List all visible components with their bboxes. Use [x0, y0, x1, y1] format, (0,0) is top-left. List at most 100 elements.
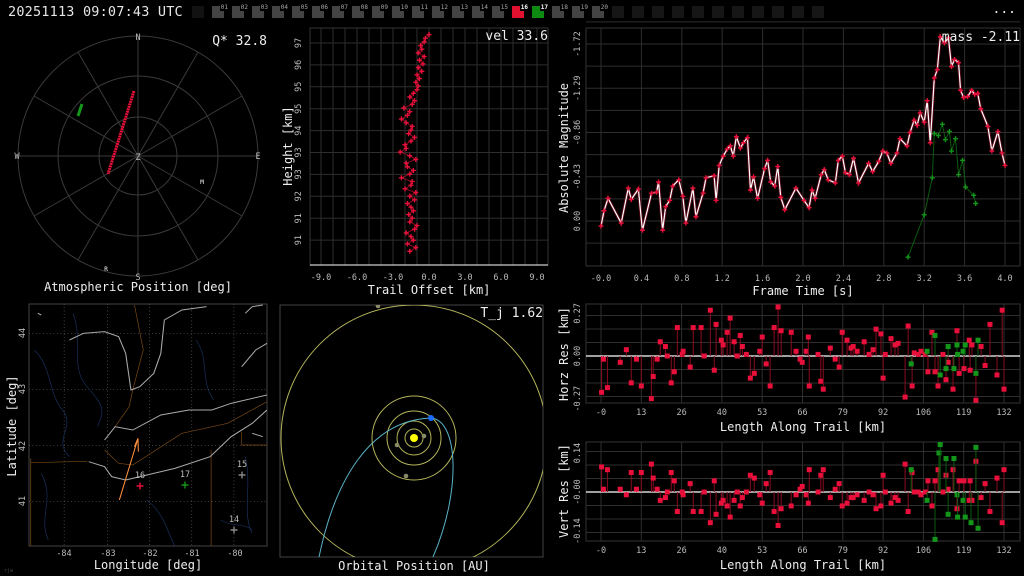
series-17-residual — [973, 444, 979, 450]
trail-x-title: Trail Offset [km] — [368, 283, 491, 297]
series-16-residual — [788, 503, 794, 509]
trail-grid — [310, 28, 548, 265]
series-17-point — [973, 201, 979, 207]
series-16-residual — [731, 497, 737, 503]
x-tick-label: 6.0 — [493, 273, 508, 283]
x-tick-label: -0 — [596, 408, 606, 418]
series-16-residual — [967, 478, 973, 484]
x-tick-label: 13 — [636, 546, 646, 556]
series-16-residual — [638, 469, 644, 475]
x-tick-label: 66 — [797, 408, 807, 418]
station-label: 14 — [229, 515, 239, 525]
series-16-residual — [932, 369, 938, 375]
series-16-residual — [674, 325, 680, 331]
y-tick-label: 93 — [294, 147, 304, 157]
x-tick-label: 26 — [676, 546, 686, 556]
series-16-residual — [711, 367, 717, 373]
series-16-residual — [882, 351, 888, 357]
series-16-residual — [743, 489, 749, 495]
trail-point — [398, 175, 404, 181]
series-16-residual — [973, 397, 979, 403]
x-tick-label: -0 — [596, 546, 606, 556]
x-tick-label: 106 — [916, 408, 931, 418]
series-16-residual — [743, 351, 749, 357]
y-tick-label: 43 — [18, 384, 28, 394]
series-16-residual — [599, 464, 605, 470]
series-16-residual — [793, 348, 799, 354]
x-tick-label: -9.0 — [311, 273, 331, 283]
series-16-residual — [878, 331, 884, 337]
series-17-residual — [962, 342, 968, 348]
series-16-residual — [747, 375, 753, 381]
series-16-residual — [657, 339, 663, 345]
series-16-residual — [987, 509, 993, 515]
series-16-residual — [836, 481, 842, 487]
trail-point — [413, 190, 419, 196]
station-14-marker — [230, 526, 238, 534]
series-16-residual — [757, 492, 763, 498]
series-16-residual — [757, 348, 763, 354]
station-label: 15 — [237, 460, 247, 470]
series-16-residual — [690, 509, 696, 515]
series-16-residual — [994, 475, 1000, 481]
series-17-residual — [908, 467, 914, 473]
series-16-residual — [956, 478, 962, 484]
x-tick-label: 2.4 — [836, 274, 851, 284]
series-16-residual — [827, 345, 833, 351]
trail-y-title: Height [km] — [281, 106, 295, 185]
series-16-residual — [905, 509, 911, 515]
series-17-residual — [951, 366, 957, 372]
series-17-residual — [943, 456, 949, 462]
series-16-residual — [654, 486, 660, 492]
series-17-residual — [951, 456, 957, 462]
x-tick-label: 3.6 — [957, 274, 972, 284]
vert-y-title: Vert Res [km] — [557, 444, 571, 538]
x-tick-label: 2.0 — [795, 274, 810, 284]
series-17-point — [905, 254, 911, 260]
series-16-residual — [617, 486, 623, 492]
x-tick-label: 40 — [717, 408, 727, 418]
planet-earth — [428, 415, 434, 421]
x-tick-label: -80 — [227, 549, 242, 559]
series-16-residual — [737, 503, 743, 509]
series-16-residual — [698, 509, 704, 515]
series-17-residual — [924, 348, 930, 354]
series-16-residual — [623, 347, 629, 353]
trail-point — [413, 156, 419, 162]
y-tick-label: -0.43 — [573, 164, 583, 190]
series-17-residual — [937, 442, 943, 448]
series-16-residual — [870, 347, 876, 353]
orbit-frame — [279, 304, 544, 558]
series-16-residual — [751, 370, 757, 376]
series-16-residual — [987, 321, 993, 327]
y-tick-label: 93 — [294, 169, 304, 179]
series-17-point — [953, 136, 959, 142]
series-16-residual — [850, 344, 856, 350]
series-16-residual — [866, 351, 872, 357]
series-16-residual — [918, 348, 924, 354]
series-16-residual — [969, 497, 975, 503]
vertical-residual-plot: -0 13 26 40 53 66 79 92 106 119 1320.14-0.00-0.14 … — [557, 441, 1021, 572]
series-17-residual — [975, 525, 981, 531]
polar-spoke — [137, 51, 199, 157]
map-x-title: Longitude [deg] — [94, 558, 202, 572]
series-17-point — [921, 212, 927, 218]
x-tick-label: 132 — [996, 546, 1011, 556]
x-tick-label: 92 — [878, 546, 888, 556]
x-tick-label: 79 — [838, 408, 848, 418]
station-label: 16 — [135, 471, 145, 481]
y-tick-label: -0.86 — [573, 120, 583, 146]
y-tick-label: 91 — [294, 213, 304, 223]
zenith-label: Z — [135, 153, 140, 163]
series-16-residual — [839, 503, 845, 509]
atmospheric-position-plot: N S W E Z M R Q* 32.8 Atmospheric Positi… — [14, 33, 267, 294]
trail-point — [407, 153, 413, 159]
trail-point — [402, 186, 408, 192]
trail-point — [404, 241, 410, 247]
series-16-point — [660, 227, 666, 233]
series-16-residual — [767, 383, 773, 389]
y-tick-label: 0.00 — [573, 211, 583, 231]
series-16-residual — [806, 383, 812, 389]
series-16-residual — [854, 492, 860, 498]
station-17-marker — [181, 481, 189, 489]
